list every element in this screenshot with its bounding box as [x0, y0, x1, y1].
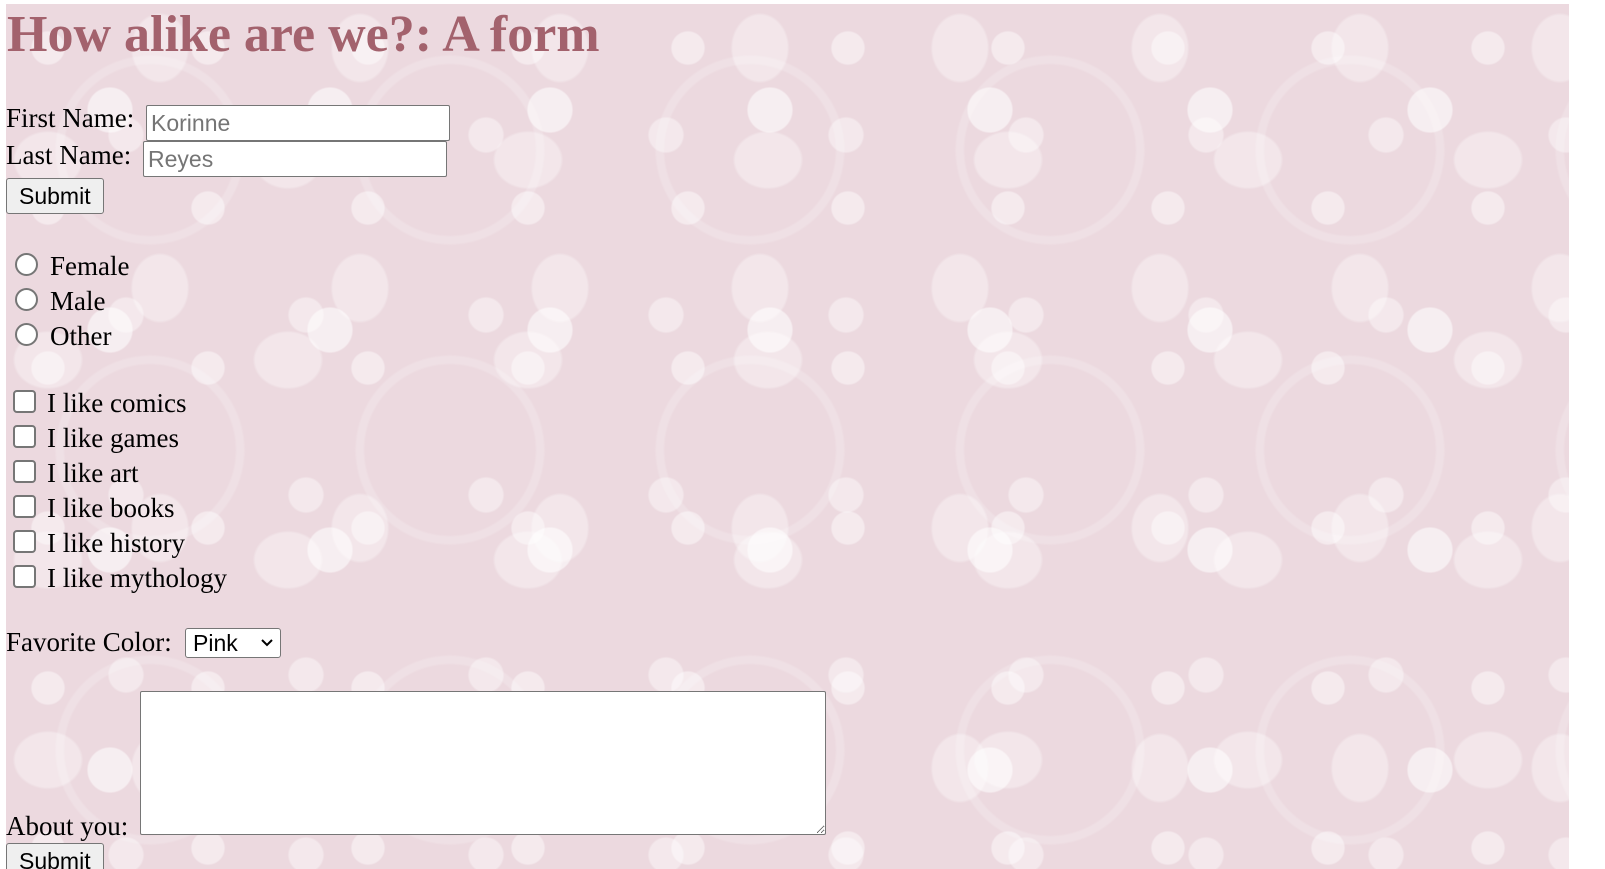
first-name-field[interactable]: [146, 105, 450, 141]
about-textarea[interactable]: [140, 691, 826, 835]
radio-male[interactable]: [15, 288, 38, 311]
favorite-color-label: Favorite Color:: [6, 627, 172, 657]
favorite-color-select[interactable]: Pink: [185, 628, 281, 658]
page-edge-right: [1569, 0, 1605, 869]
about-submit-button[interactable]: Submit: [6, 843, 104, 869]
checkbox-games[interactable]: [13, 425, 36, 448]
checkbox-books-label: I like books: [47, 493, 175, 523]
radio-other-label: Other: [50, 321, 112, 351]
chevron-down-icon: [261, 639, 273, 647]
checkbox-art[interactable]: [13, 460, 36, 483]
checkbox-comics[interactable]: [13, 390, 36, 413]
checkbox-mythology[interactable]: [13, 565, 36, 588]
radio-other[interactable]: [15, 323, 38, 346]
checkbox-comics-label: I like comics: [47, 388, 187, 418]
checkbox-games-label: I like games: [47, 423, 179, 453]
page-title: How alike are we?: A form: [7, 6, 600, 63]
last-name-field[interactable]: [143, 141, 447, 177]
checkbox-books[interactable]: [13, 495, 36, 518]
about-label: About you:: [6, 811, 129, 841]
name-submit-button[interactable]: Submit: [6, 178, 104, 214]
first-name-label: First Name:: [6, 103, 135, 133]
checkbox-history[interactable]: [13, 530, 36, 553]
favorite-color-value: Pink: [193, 630, 238, 656]
checkbox-art-label: I like art: [47, 458, 139, 488]
checkbox-history-label: I like history: [47, 528, 185, 558]
checkbox-mythology-label: I like mythology: [47, 563, 227, 593]
last-name-label: Last Name:: [6, 140, 132, 170]
radio-female[interactable]: [15, 253, 38, 276]
radio-female-label: Female: [50, 251, 130, 281]
radio-male-label: Male: [50, 286, 106, 316]
